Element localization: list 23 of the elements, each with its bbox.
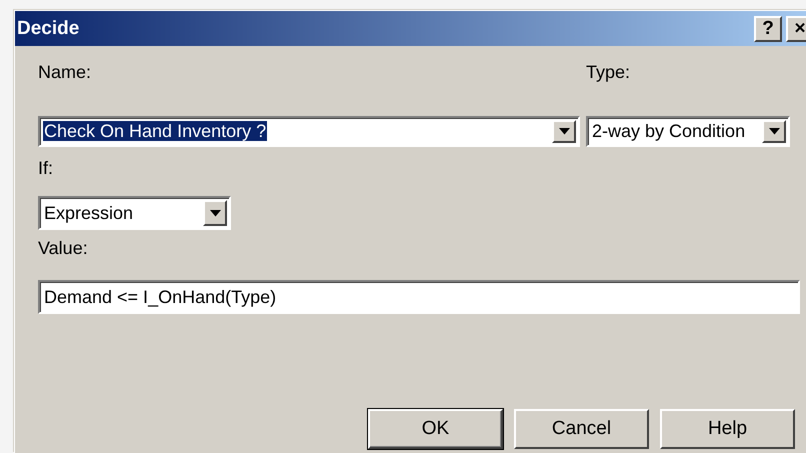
dropdown-button[interactable] [203,200,227,226]
dialog-button[interactable]: Cancel [514,409,649,449]
dropdown-field[interactable]: 2-way by Condition [586,116,790,147]
value-field[interactable]: Demand <= I_OnHand(Type) [38,280,800,314]
field-label: Name: [38,61,92,84]
field-label: Type: [586,61,630,84]
help-button[interactable]: ? [754,16,782,42]
close-button[interactable]: × [786,16,806,42]
dropdown-field[interactable]: Check On Hand Inventory ? [38,116,580,147]
dialog-button[interactable]: Help [660,409,795,449]
dropdown-field[interactable]: Expression [38,196,231,230]
field-label: Value: [38,237,89,260]
caret-icon [558,128,570,135]
field-value: Expression [43,202,134,222]
dropdown-button[interactable] [552,120,576,143]
dropdown-button[interactable] [762,120,786,143]
caret-icon [768,128,780,135]
field-label: If: [38,157,54,180]
window-title: Decide [17,18,80,40]
dialog-button[interactable]: OK [368,409,503,449]
field-value: Check On Hand Inventory ? [43,121,268,141]
field-value: 2-way by Condition [591,121,746,141]
caret-icon [210,210,220,216]
